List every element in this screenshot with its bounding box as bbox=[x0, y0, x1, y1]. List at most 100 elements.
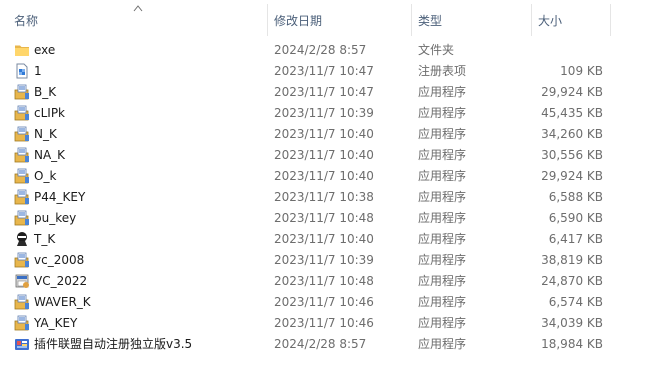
file-name: NA_K bbox=[34, 148, 66, 162]
file-row[interactable]: WAVER_K 2023/11/7 10:46 应用程序 6,574 KB bbox=[0, 292, 647, 313]
file-type: 应用程序 bbox=[418, 169, 467, 183]
file-name: T_K bbox=[34, 232, 56, 246]
file-date: 2023/11/7 10:40 bbox=[274, 127, 374, 141]
file-name: exe bbox=[34, 43, 56, 57]
installer-icon bbox=[14, 126, 30, 142]
file-name: B_K bbox=[34, 85, 57, 99]
file-date: 2023/11/7 10:47 bbox=[274, 64, 374, 78]
file-size: 34,260 KB bbox=[541, 127, 603, 141]
file-type: 文件夹 bbox=[418, 43, 455, 57]
file-size: 6,574 KB bbox=[548, 295, 603, 309]
file-size: 45,435 KB bbox=[541, 106, 603, 120]
column-header-type[interactable]: 类型 bbox=[418, 14, 442, 28]
file-size: 6,417 KB bbox=[548, 232, 603, 246]
file-date: 2024/2/28 8:57 bbox=[274, 337, 367, 351]
file-row[interactable]: NA_K 2023/11/7 10:40 应用程序 30,556 KB bbox=[0, 145, 647, 166]
file-date: 2023/11/7 10:40 bbox=[274, 232, 374, 246]
file-type: 应用程序 bbox=[418, 106, 467, 120]
file-name: vc_2008 bbox=[34, 253, 85, 267]
file-date: 2023/11/7 10:46 bbox=[274, 316, 374, 330]
file-type: 应用程序 bbox=[418, 211, 467, 225]
file-row[interactable]: 插件联盟自动注册独立版v3.5 2024/2/28 8:57 应用程序 18,9… bbox=[0, 334, 647, 355]
file-name: YA_KEY bbox=[34, 316, 78, 330]
file-name: cLIPk bbox=[34, 106, 66, 120]
ninja-app-icon bbox=[14, 231, 30, 247]
file-size: 34,039 KB bbox=[541, 316, 603, 330]
file-name: 插件联盟自动注册独立版v3.5 bbox=[34, 337, 193, 351]
file-type: 应用程序 bbox=[418, 337, 467, 351]
file-row[interactable]: VC_2022 2023/11/7 10:48 应用程序 24,870 KB bbox=[0, 271, 647, 292]
file-type: 应用程序 bbox=[418, 190, 467, 204]
file-date: 2023/11/7 10:46 bbox=[274, 295, 374, 309]
file-size: 6,588 KB bbox=[548, 190, 603, 204]
installer-icon bbox=[14, 105, 30, 121]
file-date: 2023/11/7 10:39 bbox=[274, 253, 374, 267]
installer-icon bbox=[14, 147, 30, 163]
file-row[interactable]: cLIPk 2023/11/7 10:39 应用程序 45,435 KB bbox=[0, 103, 647, 124]
file-type: 应用程序 bbox=[418, 85, 467, 99]
column-header-name[interactable]: 名称 bbox=[14, 14, 38, 28]
column-header-bar: 名称 修改日期 类型 大小 bbox=[0, 0, 647, 40]
file-row[interactable]: O_k 2023/11/7 10:40 应用程序 29,924 KB bbox=[0, 166, 647, 187]
file-date: 2023/11/7 10:39 bbox=[274, 106, 374, 120]
file-size: 30,556 KB bbox=[541, 148, 603, 162]
file-type: 应用程序 bbox=[418, 316, 467, 330]
file-name: N_K bbox=[34, 127, 57, 141]
file-row[interactable]: vc_2008 2023/11/7 10:39 应用程序 38,819 KB bbox=[0, 250, 647, 271]
file-size: 29,924 KB bbox=[541, 85, 603, 99]
setup-app-icon bbox=[14, 273, 30, 289]
column-divider[interactable] bbox=[267, 4, 268, 36]
registry-file-icon bbox=[14, 63, 30, 79]
file-name: VC_2022 bbox=[34, 274, 88, 288]
file-name: pu_key bbox=[34, 211, 77, 225]
file-name: 1 bbox=[34, 64, 42, 78]
installer-icon bbox=[14, 189, 30, 205]
file-list-pane: 名称 修改日期 类型 大小 exe 2024/2/28 8:57 文件夹 1 2… bbox=[0, 0, 647, 391]
file-date: 2023/11/7 10:47 bbox=[274, 85, 374, 99]
file-size: 109 KB bbox=[560, 64, 603, 78]
folder-icon bbox=[14, 42, 30, 58]
column-divider[interactable] bbox=[610, 4, 611, 36]
installer-icon bbox=[14, 210, 30, 226]
file-row[interactable]: exe 2024/2/28 8:57 文件夹 bbox=[0, 40, 647, 61]
file-type: 应用程序 bbox=[418, 253, 467, 267]
file-row[interactable]: T_K 2023/11/7 10:40 应用程序 6,417 KB bbox=[0, 229, 647, 250]
file-type: 应用程序 bbox=[418, 232, 467, 246]
file-row[interactable]: P44_KEY 2023/11/7 10:38 应用程序 6,588 KB bbox=[0, 187, 647, 208]
file-date: 2023/11/7 10:40 bbox=[274, 148, 374, 162]
sort-ascending-icon bbox=[133, 5, 143, 12]
file-type: 注册表项 bbox=[418, 64, 467, 78]
file-size: 29,924 KB bbox=[541, 169, 603, 183]
file-type: 应用程序 bbox=[418, 127, 467, 141]
installer-icon bbox=[14, 315, 30, 331]
column-header-date[interactable]: 修改日期 bbox=[274, 14, 322, 28]
file-name: O_k bbox=[34, 169, 57, 183]
file-name: WAVER_K bbox=[34, 295, 91, 309]
file-type: 应用程序 bbox=[418, 148, 467, 162]
file-date: 2023/11/7 10:40 bbox=[274, 169, 374, 183]
file-row[interactable]: YA_KEY 2023/11/7 10:46 应用程序 34,039 KB bbox=[0, 313, 647, 334]
file-size: 38,819 KB bbox=[541, 253, 603, 267]
column-header-size[interactable]: 大小 bbox=[538, 14, 562, 28]
file-row[interactable]: B_K 2023/11/7 10:47 应用程序 29,924 KB bbox=[0, 82, 647, 103]
file-size: 24,870 KB bbox=[541, 274, 603, 288]
file-size: 6,590 KB bbox=[548, 211, 603, 225]
file-date: 2023/11/7 10:38 bbox=[274, 190, 374, 204]
plugin-app-icon bbox=[14, 336, 30, 352]
installer-icon bbox=[14, 168, 30, 184]
installer-icon bbox=[14, 252, 30, 268]
column-divider[interactable] bbox=[411, 4, 412, 36]
file-date: 2023/11/7 10:48 bbox=[274, 211, 374, 225]
file-row[interactable]: N_K 2023/11/7 10:40 应用程序 34,260 KB bbox=[0, 124, 647, 145]
file-row[interactable]: pu_key 2023/11/7 10:48 应用程序 6,590 KB bbox=[0, 208, 647, 229]
installer-icon bbox=[14, 294, 30, 310]
file-date: 2024/2/28 8:57 bbox=[274, 43, 367, 57]
file-type: 应用程序 bbox=[418, 274, 467, 288]
file-name: P44_KEY bbox=[34, 190, 86, 204]
file-size: 18,984 KB bbox=[541, 337, 603, 351]
column-divider[interactable] bbox=[531, 4, 532, 36]
installer-icon bbox=[14, 84, 30, 100]
file-row[interactable]: 1 2023/11/7 10:47 注册表项 109 KB bbox=[0, 61, 647, 82]
file-type: 应用程序 bbox=[418, 295, 467, 309]
file-date: 2023/11/7 10:48 bbox=[274, 274, 374, 288]
